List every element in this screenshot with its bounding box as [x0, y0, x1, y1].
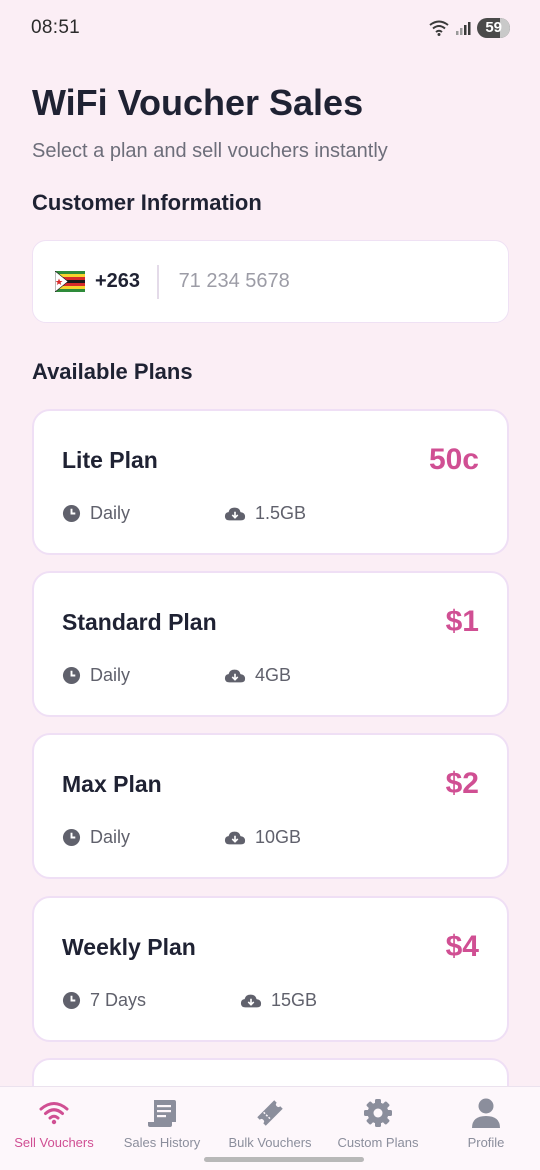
plan-name: Lite Plan [62, 447, 158, 473]
plan-name: Max Plan [62, 771, 162, 797]
plan-price: $2 [445, 767, 479, 800]
plan-card-weekly[interactable]: Weekly Plan $4 7 Days 15GB [32, 896, 509, 1042]
plan-card-standard[interactable]: Standard Plan $1 Daily 4GB [32, 571, 509, 717]
cell-signal-icon [456, 22, 471, 35]
plan-period-label: Daily [90, 503, 131, 523]
cloud-download-icon [240, 994, 262, 1007]
country-code[interactable]: +263 [95, 270, 140, 293]
plan-data-label: 4GB [255, 665, 292, 685]
clock-icon [62, 828, 81, 847]
plan-period: 7 Days [62, 990, 240, 1011]
plan-price: $1 [445, 605, 479, 638]
plan-data: 15GB [240, 990, 317, 1011]
plan-period-label: Daily [90, 827, 131, 847]
plan-data-label: 10GB [255, 827, 302, 847]
plan-period: Daily [62, 503, 224, 524]
cloud-download-icon [224, 831, 246, 844]
plan-card-lite[interactable]: Lite Plan 50c Daily 1.5GB [32, 409, 509, 555]
page-title: WiFi Voucher Sales [32, 82, 364, 123]
plan-data: 4GB [224, 665, 291, 686]
plan-name: Standard Plan [62, 609, 217, 635]
nav-sell-vouchers[interactable]: Sell Vouchers [0, 1087, 108, 1170]
nav-label: Bulk Vouchers [228, 1135, 312, 1150]
nav-label: Profile [467, 1135, 505, 1150]
plan-meta: Daily 10GB [62, 827, 301, 848]
gear-icon [362, 1097, 394, 1129]
plan-data: 1.5GB [224, 503, 306, 524]
battery-indicator: 59 [477, 18, 510, 38]
page-subtitle: Select a plan and sell vouchers instantl… [32, 140, 388, 162]
nav-profile[interactable]: Profile [432, 1087, 540, 1170]
plan-name: Weekly Plan [62, 934, 196, 960]
plan-data-label: 15GB [271, 990, 318, 1010]
clock-icon [62, 504, 81, 523]
plans-section-title: Available Plans [32, 359, 193, 384]
clock-icon [62, 666, 81, 685]
phone-number-input[interactable] [178, 270, 439, 293]
plan-period: Daily [62, 665, 224, 686]
customer-section-title: Customer Information [32, 190, 262, 215]
plan-meta: Daily 1.5GB [62, 503, 306, 524]
wifi-signal-icon [429, 20, 449, 36]
home-indicator[interactable] [204, 1157, 364, 1162]
battery-level: 59 [485, 19, 502, 36]
zimbabwe-flag-icon[interactable] [55, 271, 85, 292]
plan-meta: Daily 4GB [62, 665, 291, 686]
status-bar: 08:51 59 [0, 0, 540, 56]
cloud-download-icon [224, 669, 246, 682]
plan-period: Daily [62, 827, 224, 848]
wifi-icon [39, 1097, 69, 1129]
nav-label: Sales History [123, 1135, 201, 1150]
plan-card-max[interactable]: Max Plan $2 Daily 10GB [32, 733, 509, 879]
divider [157, 264, 159, 299]
nav-sales-history[interactable]: Sales History [108, 1087, 216, 1170]
nav-label: Sell Vouchers [14, 1135, 94, 1150]
plan-data: 10GB [224, 827, 301, 848]
status-time: 08:51 [31, 17, 81, 38]
plan-price: $4 [445, 930, 479, 963]
ticket-icon [254, 1097, 286, 1129]
person-icon [471, 1097, 501, 1129]
clock-icon [62, 991, 81, 1010]
plan-price: 50c [428, 443, 479, 476]
phone-input-card: +263 [32, 240, 509, 323]
receipt-icon [146, 1097, 178, 1129]
plan-meta: 7 Days 15GB [62, 990, 317, 1011]
cloud-download-icon [224, 507, 246, 520]
plan-period-label: 7 Days [90, 990, 147, 1010]
nav-label: Custom Plans [337, 1135, 419, 1150]
plan-period-label: Daily [90, 665, 131, 685]
status-icons: 59 [429, 18, 510, 38]
plan-data-label: 1.5GB [255, 503, 307, 523]
